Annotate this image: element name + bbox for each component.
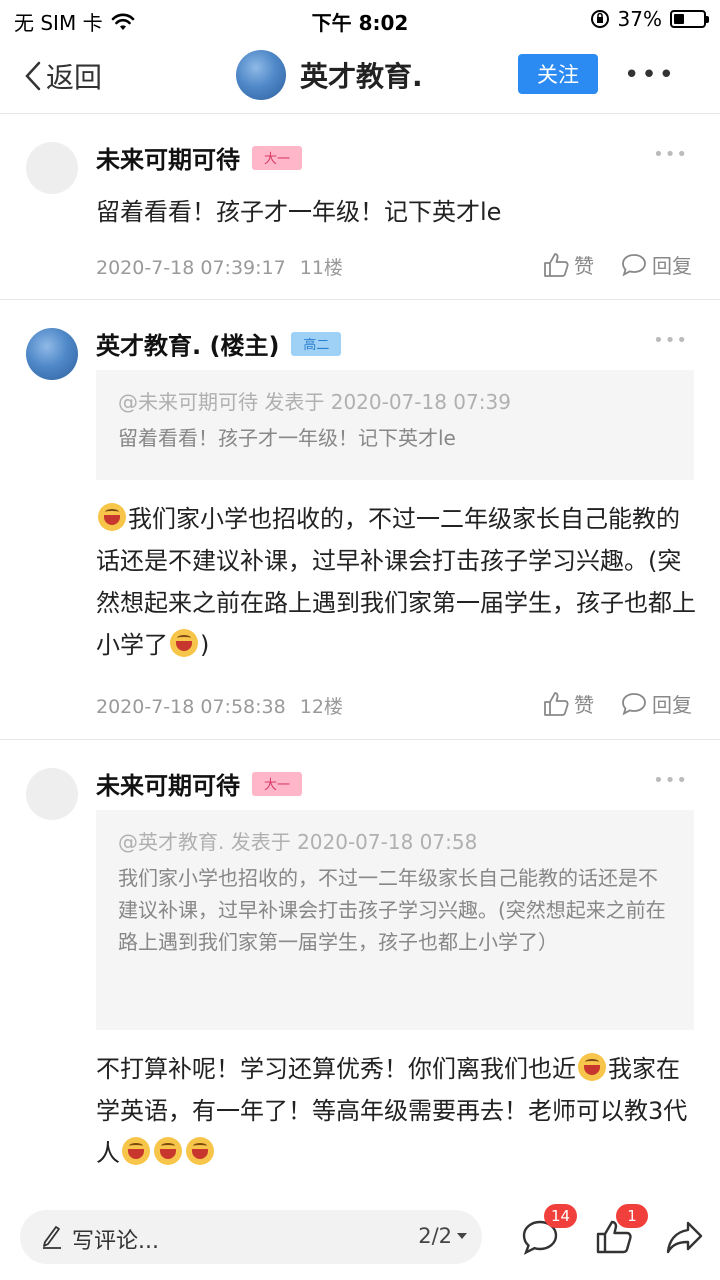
quote-body: 我们家小学也招收的，不过一二年级家长自己能教的话还是不建议补课，过早补课会打击孩… [118,866,666,954]
quote-header: @未来可期可待 发表于 2020-07-18 07:39 [118,390,511,414]
comment-bubble-icon [622,253,646,276]
page-selector[interactable]: 2/2 [418,1224,468,1248]
like-button[interactable]: 赞 [542,250,594,279]
battery-icon [670,10,709,28]
more-options-icon[interactable]: ••• [624,60,676,90]
post-meta: 2020-7-18 07:39:17 11楼 [96,253,343,280]
post-time: 2020-7-18 07:58:38 [96,696,286,718]
page-indicator: 2/2 [418,1224,452,1248]
reply-post: 未来可期可待 大一 ••• @英才教育. 发表于 2020-07-18 07:5… [0,740,720,1196]
page-title: 英才教育. [300,60,423,93]
level-badge: 高二 [291,331,342,356]
username[interactable]: 英才教育. (楼主) [96,326,279,361]
level-badge: 大一 [252,771,303,796]
bottom-bar: 写评论... 2/2 14 1 [0,1196,720,1280]
status-right: 37% [590,7,709,31]
post-content: 留着看看！孩子才一年级！记下英才le [96,198,502,226]
like-count-badge: 1 [616,1204,648,1228]
comment-bubble-icon [622,692,646,715]
reply-button[interactable]: 回复 [620,250,692,279]
post-actions: 赞 回复 [516,250,692,279]
thumbs-up-icon [544,691,569,716]
avatar[interactable] [26,768,78,820]
back-button[interactable]: 返回 [24,56,102,96]
post-floor: 11楼 [299,257,343,279]
like-button[interactable]: 赞 [542,689,594,718]
like-label: 赞 [574,693,594,717]
post-content: 我们家小学也招收的，不过一二年级家长自己能教的话还是不建议补课，过早补课会打击孩… [96,498,696,666]
level-badge: 大一 [252,145,303,170]
username[interactable]: 未来可期可待 [96,766,240,801]
thread-owner[interactable]: 英才教育. [236,50,423,100]
avatar[interactable] [26,142,78,194]
author-row: 未来可期可待 大一 [96,766,303,801]
orientation-lock-icon [590,10,609,28]
author-row: 英才教育. (楼主) 高二 [96,326,342,361]
post-content: 不打算补呢！学习还算优秀！你们离我们也近 我家在学英语，有一年了！等高年级需要再去… [96,1048,696,1174]
laughing-emoji-icon [578,1053,606,1081]
laughing-emoji-icon [170,629,198,657]
laughing-emoji-icon [154,1137,182,1165]
like-label: 赞 [574,254,594,278]
post-actions: 赞 回复 [516,689,692,718]
post-meta: 2020-7-18 07:58:38 12楼 [96,692,343,719]
post-time: 2020-7-18 07:39:17 [96,257,286,279]
chevron-left-icon [25,61,41,91]
laughing-emoji-icon [122,1137,150,1165]
comment-placeholder: 写评论... [72,1229,159,1254]
thumbs-up-icon [544,252,569,277]
share-icon[interactable] [664,1218,704,1256]
quote-body: 留着看看！孩子才一年级！记下英才le [118,426,456,450]
avatar[interactable] [26,328,78,380]
username[interactable]: 未来可期可待 [96,140,240,175]
author-row: 未来可期可待 大一 [96,140,303,175]
quoted-post[interactable]: @英才教育. 发表于 2020-07-18 07:58 我们家小学也招收的，不过… [96,810,694,1030]
owner-avatar[interactable] [236,50,286,100]
battery-percent: 37% [617,7,662,31]
post-text: 不打算补呢！学习还算优秀！你们离我们也近 [96,1055,576,1083]
comment-input[interactable]: 写评论... 2/2 [20,1210,482,1264]
post-more-icon[interactable]: ••• [653,770,688,791]
reply-label: 回复 [652,254,692,278]
quote-header: @英才教育. 发表于 2020-07-18 07:58 [118,830,478,854]
post-more-icon[interactable]: ••• [653,144,688,165]
follow-button[interactable]: 关注 [518,54,598,94]
status-bar: 无 SIM 卡 下午 8:02 37% [0,0,720,38]
comment-count-badge: 14 [544,1204,578,1228]
quoted-post[interactable]: @未来可期可待 发表于 2020-07-18 07:39 留着看看！孩子才一年级… [96,370,694,480]
reply-label: 回复 [652,693,692,717]
caret-down-icon [457,1233,467,1239]
reply-post: 英才教育. (楼主) 高二 ••• @未来可期可待 发表于 2020-07-18… [0,300,720,740]
laughing-emoji-icon [98,503,126,531]
back-label: 返回 [46,61,103,94]
nav-bar: 返回 英才教育. 关注 ••• [0,38,720,114]
post-floor: 12楼 [299,696,343,718]
post-text-end: ) [200,631,210,659]
laughing-emoji-icon [186,1137,214,1165]
reply-post: 未来可期可待 大一 ••• 留着看看！孩子才一年级！记下英才le 2020-7-… [0,114,720,300]
reply-button[interactable]: 回复 [620,689,692,718]
pen-icon [43,1226,61,1249]
post-more-icon[interactable]: ••• [653,330,688,351]
